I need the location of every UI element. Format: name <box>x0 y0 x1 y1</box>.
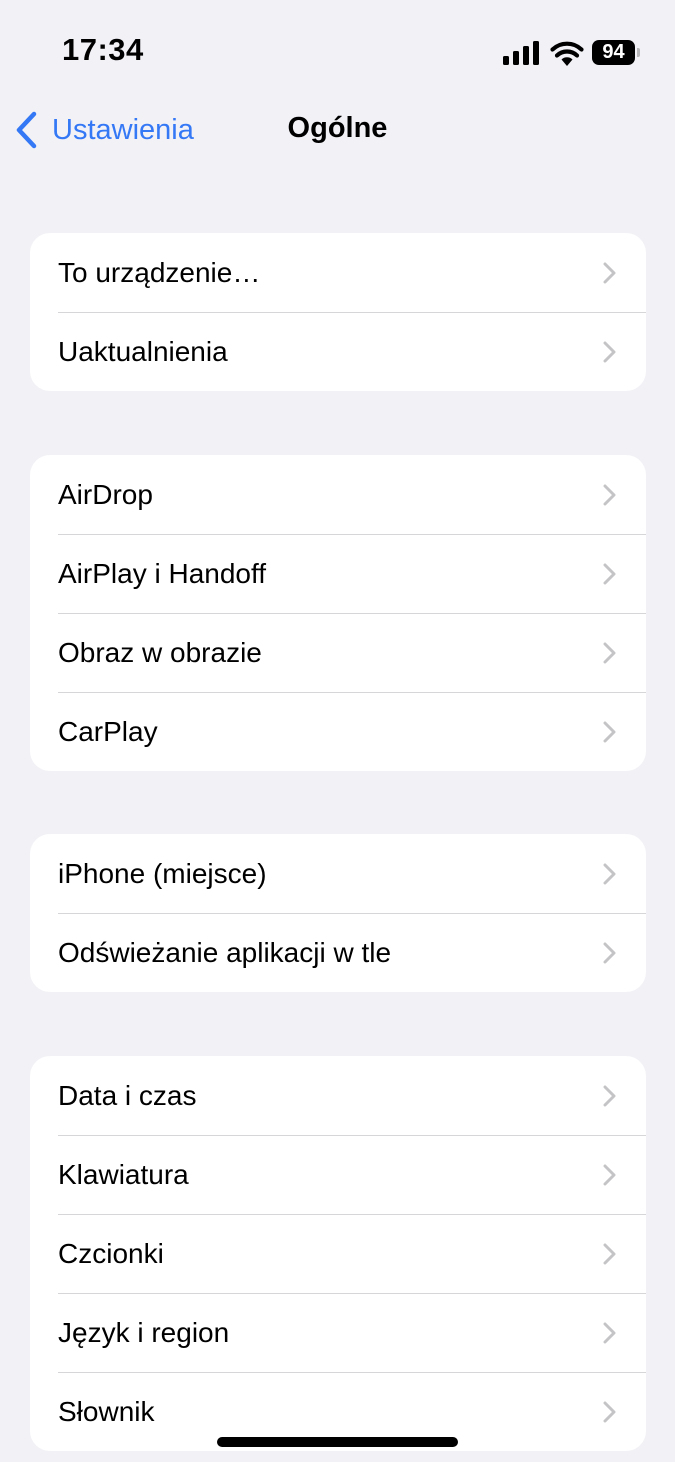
row-label: Czcionki <box>58 1237 164 1269</box>
row-about[interactable]: To urządzenie… <box>30 233 646 312</box>
row-language-region[interactable]: Język i region <box>30 1293 646 1372</box>
row-label: Słownik <box>58 1395 155 1427</box>
settings-group-locale: Data i czas Klawiatura Czcionki Język i … <box>30 1056 646 1451</box>
row-label: Klawiatura <box>58 1158 189 1190</box>
chevron-right-icon <box>603 942 616 964</box>
row-airdrop[interactable]: AirDrop <box>30 455 646 534</box>
row-label: CarPlay <box>58 715 158 747</box>
back-button[interactable]: Ustawienia <box>14 110 194 150</box>
signal-icon <box>503 41 539 65</box>
battery-nub <box>637 48 640 57</box>
chevron-right-icon <box>603 341 616 363</box>
chevron-right-icon <box>603 863 616 885</box>
chevron-right-icon <box>603 721 616 743</box>
chevron-right-icon <box>603 1085 616 1107</box>
settings-group-storage: iPhone (miejsce) Odświeżanie aplikacji w… <box>30 834 646 992</box>
battery-icon: 94 <box>592 40 642 65</box>
row-label: Odświeżanie aplikacji w tle <box>58 936 392 968</box>
row-software-update[interactable]: Uaktualnienia <box>30 312 646 391</box>
row-fonts[interactable]: Czcionki <box>30 1214 646 1293</box>
status-bar: 17:34 94 <box>0 0 675 100</box>
chevron-right-icon <box>603 1243 616 1265</box>
chevron-right-icon <box>603 484 616 506</box>
chevron-left-icon <box>16 111 37 149</box>
row-label: iPhone (miejsce) <box>58 857 267 889</box>
row-airplay-handoff[interactable]: AirPlay i Handoff <box>30 534 646 613</box>
row-picture-in-picture[interactable]: Obraz w obrazie <box>30 613 646 692</box>
chevron-right-icon <box>603 1164 616 1186</box>
back-button-label: Ustawienia <box>52 113 194 146</box>
settings-group-device: To urządzenie… Uaktualnienia <box>30 233 646 391</box>
chevron-right-icon <box>603 642 616 664</box>
row-label: To urządzenie… <box>58 256 261 288</box>
wifi-icon <box>550 41 584 66</box>
navigation-bar: Ogólne Ustawienia <box>0 100 675 160</box>
row-label: Uaktualnienia <box>58 335 228 367</box>
row-iphone-storage[interactable]: iPhone (miejsce) <box>30 834 646 913</box>
status-time: 17:34 <box>62 32 144 67</box>
battery-level: 94 <box>592 40 635 65</box>
row-label: Data i czas <box>58 1079 197 1111</box>
row-keyboard[interactable]: Klawiatura <box>30 1135 646 1214</box>
chevron-right-icon <box>603 262 616 284</box>
chevron-right-icon <box>603 1322 616 1344</box>
chevron-right-icon <box>603 563 616 585</box>
chevron-right-icon <box>603 1401 616 1423</box>
row-date-time[interactable]: Data i czas <box>30 1056 646 1135</box>
row-label: Język i region <box>58 1316 230 1348</box>
row-label: Obraz w obrazie <box>58 636 262 668</box>
row-label: AirPlay i Handoff <box>58 557 267 589</box>
settings-group-connectivity: AirDrop AirPlay i Handoff Obraz w obrazi… <box>30 455 646 771</box>
row-carplay[interactable]: CarPlay <box>30 692 646 771</box>
home-indicator[interactable] <box>217 1437 458 1447</box>
row-background-app-refresh[interactable]: Odświeżanie aplikacji w tle <box>30 913 646 992</box>
row-label: AirDrop <box>58 478 153 510</box>
